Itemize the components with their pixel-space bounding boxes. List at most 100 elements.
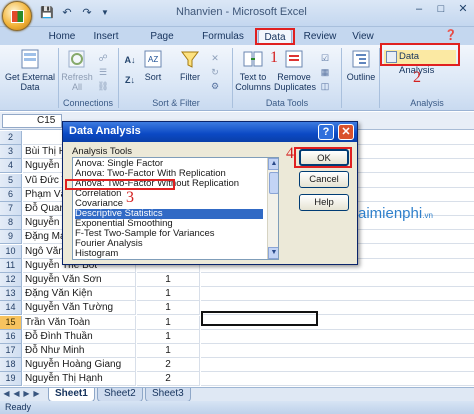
outline-button[interactable]: Outline	[343, 48, 379, 82]
cell-value[interactable]: 1	[137, 273, 200, 287]
filter-button[interactable]: Filter	[175, 48, 205, 82]
text-to-columns-button[interactable]: Text to Columns	[234, 48, 272, 92]
highlight-descriptive-statistics	[65, 179, 175, 190]
row-header[interactable]: 13	[0, 287, 22, 301]
save-icon[interactable]: 💾	[40, 5, 54, 19]
name-box[interactable]: C15	[2, 114, 62, 128]
sheet-tab-2[interactable]: Sheet2	[97, 388, 143, 402]
row-header[interactable]: 14	[0, 301, 22, 315]
sheet-tab-1[interactable]: Sheet1	[48, 388, 95, 402]
help-icon[interactable]: ❓	[444, 28, 458, 42]
cell-empty[interactable]	[201, 273, 474, 287]
tab-insert[interactable]: Insert	[88, 29, 124, 45]
cell-empty[interactable]	[201, 287, 474, 301]
minimize-icon[interactable]: –	[408, 2, 430, 18]
cell-name[interactable]: Nguyễn Hoàng Giang	[23, 358, 136, 372]
row-header[interactable]: 17	[0, 344, 22, 358]
cancel-button[interactable]: Cancel	[299, 171, 349, 188]
office-logo-icon	[11, 10, 24, 23]
step-number-1: 1	[270, 49, 278, 66]
analysis-tools-label: Analysis Tools	[72, 146, 133, 157]
cell-empty[interactable]	[201, 358, 474, 372]
row-header[interactable]: 10	[0, 245, 22, 259]
cell-empty[interactable]	[201, 344, 474, 358]
scroll-down-icon[interactable]: ▼	[268, 247, 278, 259]
tab-home[interactable]: Home	[44, 29, 80, 45]
tab-view[interactable]: View	[348, 29, 378, 45]
row-header[interactable]: 16	[0, 330, 22, 344]
cell-name[interactable]: Đặng Văn Kiện	[23, 287, 136, 301]
row-header[interactable]: 6	[0, 188, 22, 202]
cell-name[interactable]: Nguyễn Văn Tường	[23, 301, 136, 315]
sort-button[interactable]: AZ Sort	[140, 48, 166, 82]
next-sheet-icon[interactable]: ▶	[22, 389, 31, 401]
cell-value[interactable]: 1	[137, 344, 200, 358]
scroll-thumb[interactable]	[269, 172, 278, 194]
sort-az-icon[interactable]: A↓	[123, 53, 137, 67]
dialog-close-icon[interactable]: ✕	[338, 124, 354, 140]
row-header[interactable]: 19	[0, 372, 22, 386]
edit-links-icon[interactable]: ⛓	[96, 79, 110, 93]
row-header[interactable]: 18	[0, 358, 22, 372]
consolidate-icon[interactable]: ▦	[318, 65, 332, 79]
tool-item[interactable]: Histogram	[75, 249, 263, 259]
tab-review[interactable]: Review	[302, 29, 338, 45]
last-sheet-icon[interactable]: ▶	[32, 389, 41, 401]
prev-sheet-icon[interactable]: ◀	[12, 389, 21, 401]
row-header[interactable]: 11	[0, 259, 22, 273]
cell-name[interactable]: Nguyễn Văn Sơn	[23, 273, 136, 287]
remove-duplicates-icon	[285, 50, 303, 68]
tab-page-layout[interactable]: Page Layout	[134, 29, 190, 57]
reapply-icon[interactable]: ↻	[208, 65, 222, 79]
selected-cell[interactable]	[201, 311, 318, 326]
row-header[interactable]: 7	[0, 202, 22, 216]
row-header[interactable]: 8	[0, 216, 22, 230]
row-header[interactable]: 5	[0, 174, 22, 188]
undo-icon[interactable]: ↶	[60, 5, 74, 19]
row-header[interactable]: 3	[0, 145, 22, 159]
advanced-filter-icon[interactable]: ⚙	[208, 79, 222, 93]
remove-duplicates-button[interactable]: Remove Duplicates	[274, 48, 316, 92]
row-header[interactable]: 15	[0, 316, 22, 330]
connections-icon[interactable]: ☍	[96, 51, 110, 65]
data-validation-icon[interactable]: ☑	[318, 51, 332, 65]
dialog-help-icon[interactable]: ?	[318, 124, 334, 140]
cell-value[interactable]: 1	[137, 316, 200, 330]
properties-icon[interactable]: ☰	[96, 65, 110, 79]
refresh-all-button[interactable]: Refresh All	[60, 48, 94, 92]
title-bar: 💾 ↶ ↷ ▼ Nhanvien - Microsoft Excel – □ ✕	[0, 0, 474, 27]
maximize-icon[interactable]: □	[430, 2, 452, 18]
cell-empty[interactable]	[201, 330, 474, 344]
step-number-4: 4	[286, 145, 294, 162]
cell-empty[interactable]	[201, 372, 474, 386]
what-if-icon[interactable]: ◫	[318, 79, 332, 93]
list-scrollbar[interactable]: ▲ ▼	[267, 158, 278, 259]
step-number-3: 3	[126, 189, 134, 206]
close-window-icon[interactable]: ✕	[452, 2, 474, 18]
row-header[interactable]: 12	[0, 273, 22, 287]
clear-filter-icon[interactable]: ✕	[208, 51, 222, 65]
cell-name[interactable]: Đỗ Đình Thuần	[23, 330, 136, 344]
help-button[interactable]: Help	[299, 194, 349, 211]
cell-name[interactable]: Đỗ Như Minh	[23, 344, 136, 358]
first-sheet-icon[interactable]: ◀	[2, 389, 11, 401]
analysis-tools-list[interactable]: Anova: Single Factor Anova: Two-Factor Wi…	[72, 157, 279, 260]
redo-icon[interactable]: ↷	[80, 5, 94, 19]
row-header[interactable]: 4	[0, 159, 22, 173]
cell-value[interactable]: 1	[137, 287, 200, 301]
cell-value[interactable]: 1	[137, 301, 200, 315]
office-button[interactable]	[2, 1, 32, 31]
cell-value[interactable]: 2	[137, 358, 200, 372]
get-external-data-button[interactable]: Get External Data	[4, 48, 56, 92]
cell-value[interactable]: 2	[137, 372, 200, 386]
cell-name[interactable]: Trần Văn Toàn	[23, 316, 136, 330]
qat-dropdown-icon[interactable]: ▼	[98, 5, 112, 19]
tab-formulas[interactable]: Formulas	[200, 29, 246, 45]
cell-name[interactable]: Nguyễn Thị Hạnh	[23, 372, 136, 386]
sheet-tab-3[interactable]: Sheet3	[145, 388, 191, 402]
row-header[interactable]: 9	[0, 230, 22, 244]
row-header[interactable]: 2	[0, 131, 22, 145]
cell-value[interactable]: 1	[137, 330, 200, 344]
sort-za-icon[interactable]: Z↓	[123, 73, 137, 87]
scroll-up-icon[interactable]: ▲	[268, 158, 278, 170]
